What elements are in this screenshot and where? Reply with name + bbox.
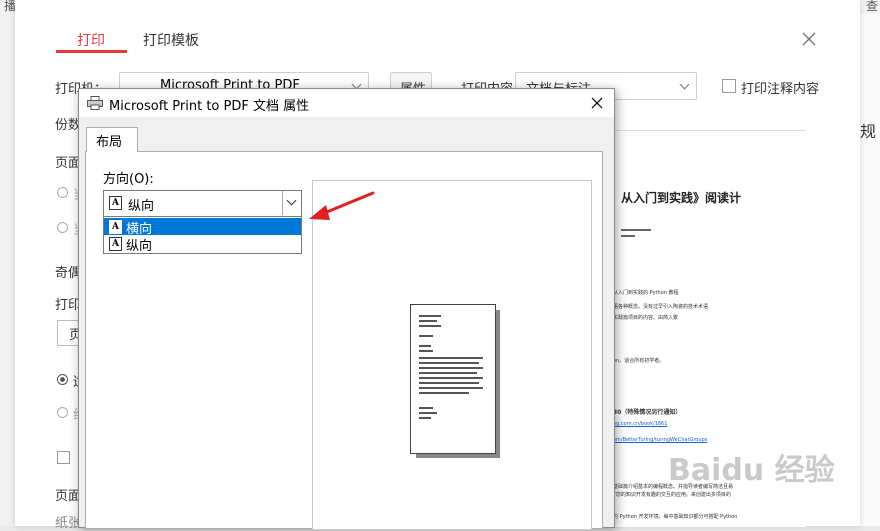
orientation-preview	[312, 180, 592, 530]
preview-link: ng.com.cn/book/1861	[613, 421, 668, 427]
radio-button-selected[interactable]	[57, 374, 68, 385]
orientation-select[interactable]: A 纵向	[103, 190, 302, 218]
preview-line: 从入门到实践的 Python 教程	[613, 290, 679, 296]
chevron-down-icon	[679, 79, 690, 90]
tab-layout[interactable]: 布局	[86, 127, 138, 152]
tab-print[interactable]: 打印	[77, 30, 105, 50]
chevron-down-icon	[286, 195, 297, 206]
preview-line	[621, 235, 635, 237]
radio-button[interactable]	[57, 187, 68, 198]
active-tab-underline	[56, 50, 127, 53]
preview-line: 30（特殊情况另行通知）	[613, 409, 682, 416]
printer-properties-dialog: Microsoft Print to PDF 文档 属性 布局 方向(O): A…	[78, 88, 615, 530]
preview-line: 的 Python 开发环境，每中基础知识都分可搭配 Python	[613, 514, 738, 520]
preview-line: on。适合所有初学者。	[613, 358, 665, 364]
print-annotations-checkbox[interactable]	[722, 79, 736, 93]
preview-title: 从入门到实践》阅读计	[621, 191, 742, 205]
printer-icon	[87, 96, 103, 110]
close-icon[interactable]	[590, 96, 604, 110]
dropdown-button[interactable]	[282, 191, 301, 215]
portrait-orientation-icon: A	[109, 196, 122, 210]
dialog-titlebar: Microsoft Print to PDF 文档 属性	[79, 89, 614, 117]
preview-line: 语各种概念。没有过早引入陶瓷的技术术语	[613, 304, 709, 310]
orientation-label: 方向(O):	[103, 172, 154, 187]
background-text: 查	[866, 0, 879, 13]
option-label: 纵向	[126, 239, 153, 254]
radio-button[interactable]	[57, 407, 68, 418]
close-icon[interactable]	[800, 30, 818, 48]
portrait-orientation-icon: A	[109, 237, 122, 251]
tab-layout-label: 布局	[96, 135, 123, 150]
radio-button[interactable]	[57, 222, 68, 233]
preview-line: 实践篇项目的内容。由简入繁	[613, 315, 679, 321]
print-annotations-label: 打印注释内容	[741, 82, 820, 97]
background-text: 规	[860, 122, 877, 141]
orientation-option-landscape[interactable]: A 横向	[104, 218, 301, 237]
watermark: Baidu 经验	[668, 453, 835, 488]
page-thumbnail	[410, 304, 496, 454]
background-right-pane: 规	[860, 14, 880, 526]
preview-line	[621, 229, 651, 231]
landscape-orientation-icon: A	[109, 220, 122, 234]
orientation-dropdown-list: A 横向 A 纵向	[103, 216, 302, 254]
tab-print-template[interactable]: 打印模板	[143, 30, 199, 50]
preview-link: om/BetterTuring/turingWeChatGroups	[613, 437, 708, 443]
layout-tab-panel: 方向(O): A 纵向 A 横向 A 纵向	[85, 151, 603, 530]
preview-line: F您的知识开发有趣的交互的应用。来创建出多项目的	[613, 492, 731, 498]
orientation-option-portrait[interactable]: A 纵向	[104, 235, 301, 254]
dialog-title: Microsoft Print to PDF 文档 属性	[109, 99, 310, 114]
checkbox[interactable]	[57, 451, 70, 464]
orientation-selected-value: 纵向	[128, 199, 155, 214]
